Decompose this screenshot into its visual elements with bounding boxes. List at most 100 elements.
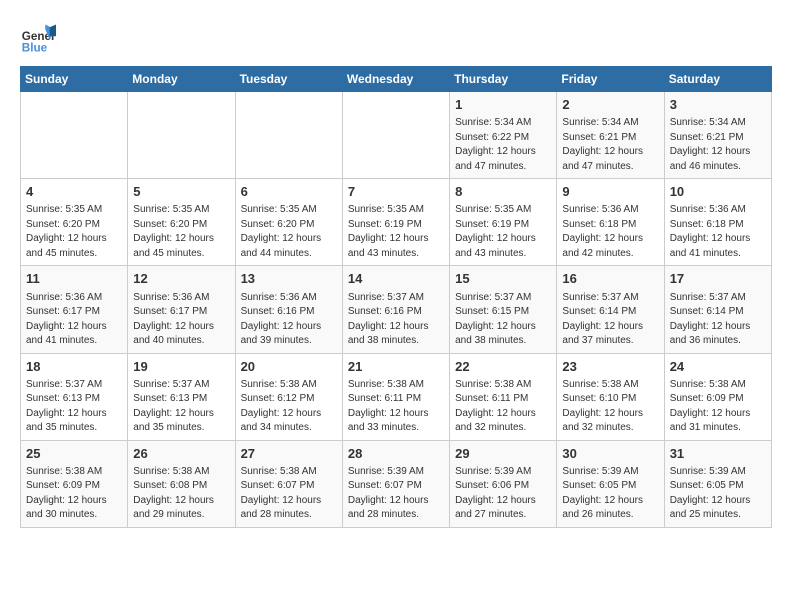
day-number: 23 [562,358,658,376]
col-header-tuesday: Tuesday [235,67,342,92]
calendar-cell: 6 Sunrise: 5:35 AMSunset: 6:20 PMDaylight… [235,179,342,266]
calendar-cell: 21 Sunrise: 5:38 AMSunset: 6:11 PMDayligh… [342,353,449,440]
day-number: 10 [670,183,766,201]
day-number: 18 [26,358,122,376]
calendar-cell: 4 Sunrise: 5:35 AMSunset: 6:20 PMDaylight… [21,179,128,266]
calendar-cell: 31Sunrise: 5:39 AMSunset: 6:05 PMDayligh… [664,440,771,527]
day-number: 27 [241,445,337,463]
day-number: 28 [348,445,444,463]
day-info: Sunrise: 5:37 AMSunset: 6:16 PMDaylight:… [348,291,444,349]
calendar-cell: 29 Sunrise: 5:39 AMSunset: 6:06 PMDayligh… [450,440,557,527]
day-info: Sunrise: 5:37 AMSunset: 6:13 PMDaylight:… [26,378,122,436]
day-number: 1 [455,96,551,114]
day-info: Sunrise: 5:36 AMSunset: 6:17 PMDaylight:… [133,291,229,349]
day-number: 9 [562,183,658,201]
day-number: 20 [241,358,337,376]
day-info: Sunrise: 5:38 AMSunset: 6:10 PMDaylight:… [562,378,658,436]
calendar-cell: 5 Sunrise: 5:35 AMSunset: 6:20 PMDaylight… [128,179,235,266]
day-info: Sunrise: 5:38 AMSunset: 6:11 PMDaylight:… [348,378,444,436]
logo: General Blue [20,20,56,56]
calendar-cell: 1Sunrise: 5:34 AMSunset: 6:22 PMDaylight… [450,92,557,179]
day-info: Sunrise: 5:35 AMSunset: 6:20 PMDaylight:… [26,203,122,261]
calendar-cell: 10 Sunrise: 5:36 AMSunset: 6:18 PMDayligh… [664,179,771,266]
calendar-cell: 13 Sunrise: 5:36 AMSunset: 6:16 PMDayligh… [235,266,342,353]
day-info: Sunrise: 5:35 AMSunset: 6:20 PMDaylight:… [133,203,229,261]
calendar-cell: 24 Sunrise: 5:38 AMSunset: 6:09 PMDayligh… [664,353,771,440]
day-number: 12 [133,270,229,288]
day-number: 17 [670,270,766,288]
col-header-friday: Friday [557,67,664,92]
calendar-table: SundayMondayTuesdayWednesdayThursdayFrid… [20,66,772,528]
day-number: 31 [670,445,766,463]
day-number: 7 [348,183,444,201]
calendar-cell: 25Sunrise: 5:38 AMSunset: 6:09 PMDayligh… [21,440,128,527]
day-info: Sunrise: 5:35 AMSunset: 6:19 PMDaylight:… [455,203,551,261]
day-info: Sunrise: 5:34 AMSunset: 6:21 PMDaylight:… [670,116,766,174]
day-info: Sunrise: 5:38 AMSunset: 6:11 PMDaylight:… [455,378,551,436]
day-number: 16 [562,270,658,288]
day-info: Sunrise: 5:35 AMSunset: 6:19 PMDaylight:… [348,203,444,261]
calendar-cell: 26 Sunrise: 5:38 AMSunset: 6:08 PMDayligh… [128,440,235,527]
calendar-cell: 22 Sunrise: 5:38 AMSunset: 6:11 PMDayligh… [450,353,557,440]
col-header-sunday: Sunday [21,67,128,92]
day-number: 30 [562,445,658,463]
day-info: Sunrise: 5:37 AMSunset: 6:13 PMDaylight:… [133,378,229,436]
day-info: Sunrise: 5:38 AMSunset: 6:09 PMDaylight:… [670,378,766,436]
day-info: Sunrise: 5:38 AMSunset: 6:07 PMDaylight:… [241,465,337,523]
day-info: Sunrise: 5:37 AMSunset: 6:14 PMDaylight:… [562,291,658,349]
day-info: Sunrise: 5:36 AMSunset: 6:17 PMDaylight:… [26,291,122,349]
day-info: Sunrise: 5:37 AMSunset: 6:15 PMDaylight:… [455,291,551,349]
day-number: 13 [241,270,337,288]
calendar-cell: 20 Sunrise: 5:38 AMSunset: 6:12 PMDayligh… [235,353,342,440]
calendar-cell: 23 Sunrise: 5:38 AMSunset: 6:10 PMDayligh… [557,353,664,440]
day-number: 22 [455,358,551,376]
calendar-cell [128,92,235,179]
logo-icon: General Blue [20,20,56,56]
day-number: 5 [133,183,229,201]
day-number: 29 [455,445,551,463]
calendar-cell: 15 Sunrise: 5:37 AMSunset: 6:15 PMDayligh… [450,266,557,353]
day-info: Sunrise: 5:34 AMSunset: 6:21 PMDaylight:… [562,116,658,174]
calendar-cell: 16 Sunrise: 5:37 AMSunset: 6:14 PMDayligh… [557,266,664,353]
calendar-cell: 8 Sunrise: 5:35 AMSunset: 6:19 PMDaylight… [450,179,557,266]
calendar-cell: 3 Sunrise: 5:34 AMSunset: 6:21 PMDaylight… [664,92,771,179]
day-info: Sunrise: 5:38 AMSunset: 6:09 PMDaylight:… [26,465,122,523]
calendar-cell [342,92,449,179]
day-number: 6 [241,183,337,201]
day-info: Sunrise: 5:36 AMSunset: 6:18 PMDaylight:… [562,203,658,261]
calendar-cell: 17 Sunrise: 5:37 AMSunset: 6:14 PMDayligh… [664,266,771,353]
day-number: 3 [670,96,766,114]
calendar-cell: 30 Sunrise: 5:39 AMSunset: 6:05 PMDayligh… [557,440,664,527]
page-header: General Blue [20,20,772,56]
day-info: Sunrise: 5:39 AMSunset: 6:05 PMDaylight:… [562,465,658,523]
day-number: 15 [455,270,551,288]
day-info: Sunrise: 5:39 AMSunset: 6:07 PMDaylight:… [348,465,444,523]
day-number: 8 [455,183,551,201]
col-header-saturday: Saturday [664,67,771,92]
day-number: 11 [26,270,122,288]
day-number: 21 [348,358,444,376]
calendar-cell: 14Sunrise: 5:37 AMSunset: 6:16 PMDayligh… [342,266,449,353]
calendar-cell: 2 Sunrise: 5:34 AMSunset: 6:21 PMDaylight… [557,92,664,179]
calendar-cell: 19 Sunrise: 5:37 AMSunset: 6:13 PMDayligh… [128,353,235,440]
day-info: Sunrise: 5:37 AMSunset: 6:14 PMDaylight:… [670,291,766,349]
day-info: Sunrise: 5:39 AMSunset: 6:06 PMDaylight:… [455,465,551,523]
day-number: 26 [133,445,229,463]
col-header-wednesday: Wednesday [342,67,449,92]
day-number: 2 [562,96,658,114]
day-info: Sunrise: 5:35 AMSunset: 6:20 PMDaylight:… [241,203,337,261]
day-info: Sunrise: 5:36 AMSunset: 6:18 PMDaylight:… [670,203,766,261]
day-number: 4 [26,183,122,201]
calendar-cell: 12 Sunrise: 5:36 AMSunset: 6:17 PMDayligh… [128,266,235,353]
day-number: 19 [133,358,229,376]
day-info: Sunrise: 5:38 AMSunset: 6:12 PMDaylight:… [241,378,337,436]
day-info: Sunrise: 5:38 AMSunset: 6:08 PMDaylight:… [133,465,229,523]
col-header-monday: Monday [128,67,235,92]
calendar-cell: 7 Sunrise: 5:35 AMSunset: 6:19 PMDaylight… [342,179,449,266]
calendar-cell: 11 Sunrise: 5:36 AMSunset: 6:17 PMDayligh… [21,266,128,353]
day-info: Sunrise: 5:36 AMSunset: 6:16 PMDaylight:… [241,291,337,349]
calendar-cell: 28 Sunrise: 5:39 AMSunset: 6:07 PMDayligh… [342,440,449,527]
col-header-thursday: Thursday [450,67,557,92]
day-number: 24 [670,358,766,376]
calendar-cell [235,92,342,179]
